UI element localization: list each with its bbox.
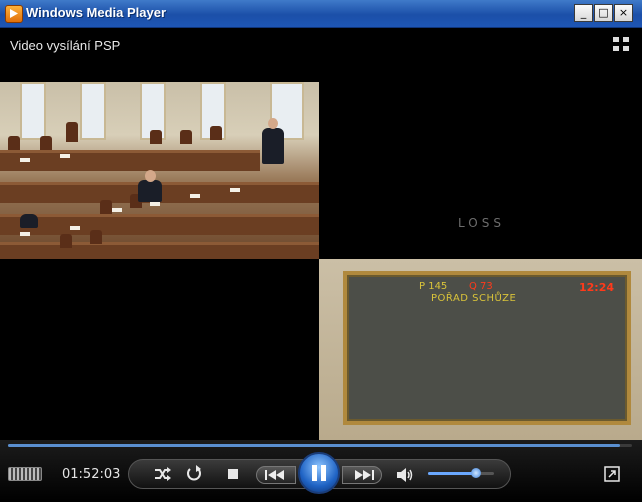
previous-button[interactable] (256, 466, 296, 484)
fullscreen-icon[interactable] (612, 36, 630, 52)
playback-controls: 01:52:03 (0, 440, 642, 502)
elapsed-time: 01:52:03 (62, 467, 121, 482)
board-agenda: POŘAD SCHŮZE (431, 293, 517, 304)
video-area[interactable]: Video vysílání PSP LOSS P 145 Q 73 12:24… (0, 28, 642, 440)
parliament-camera-feed (0, 82, 319, 259)
volume-slider[interactable] (428, 468, 494, 478)
repeat-icon[interactable] (184, 464, 204, 484)
volume-icon[interactable] (395, 465, 415, 485)
overlay-text: LOSS (458, 216, 505, 230)
minimize-button[interactable]: _ (574, 4, 593, 22)
voting-board-feed: P 145 Q 73 12:24 POŘAD SCHŮZE (319, 259, 642, 440)
next-icon (355, 470, 374, 480)
video-title: Video vysílání PSP (10, 38, 121, 53)
board-p-number: P 145 (419, 281, 448, 292)
volume-level (428, 472, 476, 475)
board-q-number: Q 73 (469, 281, 493, 292)
previous-icon (265, 470, 284, 480)
board-clock: 12:24 (579, 281, 615, 294)
pause-button[interactable] (298, 452, 340, 494)
stop-icon[interactable] (226, 467, 240, 481)
title-bar[interactable]: Windows Media Player _ □ × (0, 0, 642, 28)
switch-to-library-icon[interactable] (8, 467, 42, 481)
next-button[interactable] (342, 466, 382, 484)
switch-to-compact-icon[interactable] (604, 466, 620, 482)
seek-bar[interactable] (8, 444, 632, 447)
media-player-icon (5, 5, 23, 23)
maximize-button[interactable]: □ (594, 4, 613, 22)
seek-progress (8, 444, 620, 447)
shuffle-icon[interactable] (152, 464, 172, 484)
window-title: Windows Media Player (26, 5, 167, 20)
volume-knob[interactable] (470, 468, 481, 478)
close-button[interactable]: × (614, 4, 633, 22)
voting-board: P 145 Q 73 12:24 POŘAD SCHŮZE (343, 271, 631, 425)
pause-icon (312, 465, 326, 481)
